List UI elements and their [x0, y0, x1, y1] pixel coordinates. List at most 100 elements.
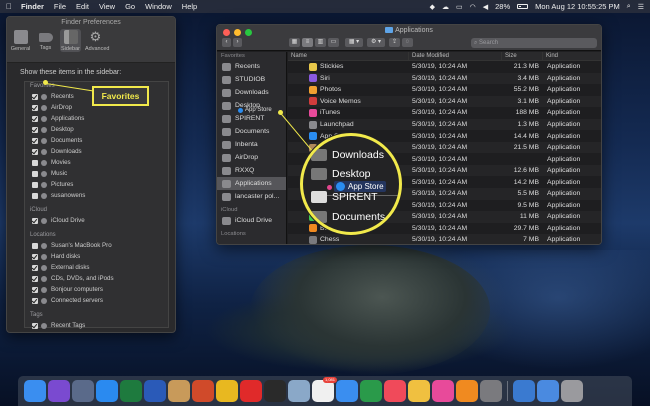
menu-file[interactable]: File — [54, 2, 66, 11]
checkbox[interactable] — [32, 104, 38, 111]
checkbox[interactable] — [32, 297, 38, 304]
checkbox[interactable] — [32, 170, 38, 177]
screen-mirroring-icon[interactable]: ▭ — [456, 3, 463, 11]
siri-icon[interactable] — [48, 380, 70, 402]
sidebar-option-external-disks[interactable]: External disks — [25, 262, 168, 273]
sidebar-item-lancaster-pol[interactable]: lancaster pol... — [217, 190, 286, 203]
action-gear-icon[interactable]: ⚙ ▾ — [367, 38, 385, 47]
checkbox[interactable] — [32, 322, 38, 329]
column-name-header[interactable]: Name — [288, 52, 409, 60]
sidebar-item-studiob[interactable]: STUDIOB — [217, 73, 286, 86]
sidebar-option-recent-tags[interactable]: Recent Tags — [25, 320, 168, 331]
tab-tags[interactable]: Tags — [35, 29, 56, 52]
file-row[interactable]: Photos 5/30/19, 10:24 AM 55.2 MB Applicatio… — [288, 84, 601, 96]
checkbox[interactable] — [32, 192, 38, 199]
opera-icon[interactable] — [240, 380, 262, 402]
sidebar-option-hard-disks[interactable]: Hard disks — [25, 251, 168, 262]
sidebar-option-cds-dvds-and-ipods[interactable]: CDs, DVDs, and iPods — [25, 273, 168, 284]
apple-menu-icon[interactable]:  — [6, 2, 12, 11]
sidebar-option-pictures[interactable]: Pictures — [25, 179, 168, 190]
list-view-button[interactable]: ≡ — [302, 38, 313, 47]
status-cloud-icon[interactable]: ☁ — [442, 3, 449, 11]
sidebar-item-downloads[interactable]: Downloads — [217, 86, 286, 99]
checkbox[interactable] — [32, 286, 38, 293]
sidebar-option-movies[interactable]: Movies — [25, 157, 168, 168]
sidebar-option-desktop[interactable]: Desktop — [25, 124, 168, 135]
checkbox[interactable] — [32, 93, 38, 100]
launchpad-icon[interactable] — [72, 380, 94, 402]
battery-percent[interactable]: 28% — [495, 2, 510, 11]
checkbox[interactable] — [32, 217, 38, 224]
checkbox[interactable] — [32, 126, 38, 133]
trash-icon[interactable] — [561, 380, 583, 402]
sidebar-option-susan-s-macbook-pro[interactable]: Susan's MacBook Pro — [25, 240, 168, 251]
gallery-view-button[interactable]: ▭ — [328, 38, 339, 47]
column-kind-header[interactable]: Kind — [543, 52, 601, 60]
file-row[interactable]: iTunes 5/30/19, 10:24 AM 188 MB Application — [288, 107, 601, 119]
sidebar-option-music[interactable]: Music — [25, 168, 168, 179]
tab-general[interactable]: General — [10, 29, 31, 52]
downloads-stack-icon[interactable] — [537, 380, 559, 402]
books-icon[interactable] — [456, 380, 478, 402]
back-button[interactable]: ‹ — [222, 38, 231, 47]
sidebar-option-downloads[interactable]: Downloads — [25, 146, 168, 157]
kindle-icon[interactable] — [264, 380, 286, 402]
file-row[interactable]: Chess 5/30/19, 10:24 AM 7 MB Application — [288, 234, 601, 244]
sidebar-option-connected-servers[interactable]: Connected servers — [25, 295, 168, 306]
sidebar-item-spirent[interactable]: SPIRENT — [217, 112, 286, 125]
menu-view[interactable]: View — [99, 2, 115, 11]
checkbox[interactable] — [32, 159, 38, 166]
share-icon[interactable]: ⇪ — [389, 38, 400, 47]
sidebar-option-icloud-drive[interactable]: iCloud Drive — [25, 215, 168, 226]
spotlight-search-icon[interactable]: ⌕ — [627, 3, 631, 11]
system-preferences-icon[interactable] — [480, 380, 502, 402]
checkbox[interactable] — [32, 253, 38, 260]
photos-icon[interactable] — [408, 380, 430, 402]
preview-icon[interactable] — [288, 380, 310, 402]
chrome-icon[interactable] — [216, 380, 238, 402]
file-row[interactable]: Launchpad 5/30/19, 10:24 AM 1.3 MB Applicat… — [288, 118, 601, 131]
checkbox[interactable] — [32, 264, 38, 271]
wifi-icon[interactable]: ◠ — [470, 3, 476, 11]
menubar-clock[interactable]: Mon Aug 12 10:55:25 PM — [535, 2, 620, 11]
mail-icon[interactable] — [336, 380, 358, 402]
word-icon[interactable] — [144, 380, 166, 402]
group-by-button[interactable]: ▦ ▾ — [345, 38, 363, 47]
volume-icon[interactable]: ◀ — [483, 3, 488, 11]
sidebar-item-rxxq[interactable]: RXXQ — [217, 164, 286, 177]
sidebar-item-icloud-drive[interactable]: iCloud Drive — [217, 214, 286, 227]
powerpoint-icon[interactable] — [192, 380, 214, 402]
sidebar-option-applications[interactable]: Applications — [25, 113, 168, 124]
file-row[interactable]: Stickies 5/30/19, 10:24 AM 21.3 MB Applicat… — [288, 61, 601, 73]
finder-icon[interactable] — [24, 380, 46, 402]
sidebar-option-bonjour-computers[interactable]: Bonjour computers — [25, 284, 168, 295]
numbers-icon[interactable] — [360, 380, 382, 402]
icon-view-button[interactable]: ▦ — [289, 38, 300, 47]
sidebar-item-recents[interactable]: Recents — [217, 60, 286, 73]
menu-go[interactable]: Go — [125, 2, 135, 11]
column-size-header[interactable]: Size — [502, 52, 543, 60]
column-date-header[interactable]: Date Modified — [409, 52, 502, 60]
column-view-button[interactable]: ▥ — [315, 38, 326, 47]
sidebar-item-airdrop[interactable]: AirDrop — [217, 151, 286, 164]
battery-icon[interactable] — [517, 4, 529, 9]
sidebar-option-susanowens[interactable]: susanowens — [25, 190, 168, 201]
menu-window[interactable]: Window — [145, 2, 172, 11]
excel-icon[interactable] — [120, 380, 142, 402]
tag-button-icon[interactable]: ◌ — [402, 38, 413, 47]
menu-help[interactable]: Help — [182, 2, 197, 11]
checkbox[interactable] — [32, 181, 38, 188]
stamp-icon[interactable] — [168, 380, 190, 402]
checkbox[interactable] — [32, 275, 38, 282]
checkbox[interactable] — [32, 115, 38, 122]
sidebar-item-inbenta[interactable]: Inbenta — [217, 138, 286, 151]
menu-edit[interactable]: Edit — [76, 2, 89, 11]
tab-advanced[interactable]: ⚙ Advanced — [85, 29, 109, 53]
tab-sidebar[interactable]: Sidebar — [60, 29, 81, 52]
sidebar-option-documents[interactable]: Documents — [25, 135, 168, 146]
itunes-icon[interactable] — [432, 380, 454, 402]
status-app-icon[interactable]: ◆ — [430, 3, 435, 11]
safari-icon[interactable] — [96, 380, 118, 402]
file-row[interactable]: Voice Memos 5/30/19, 10:24 AM 3.1 MB Applic… — [288, 95, 601, 108]
file-row[interactable]: Siri 5/30/19, 10:24 AM 3.4 MB Application — [288, 72, 601, 85]
